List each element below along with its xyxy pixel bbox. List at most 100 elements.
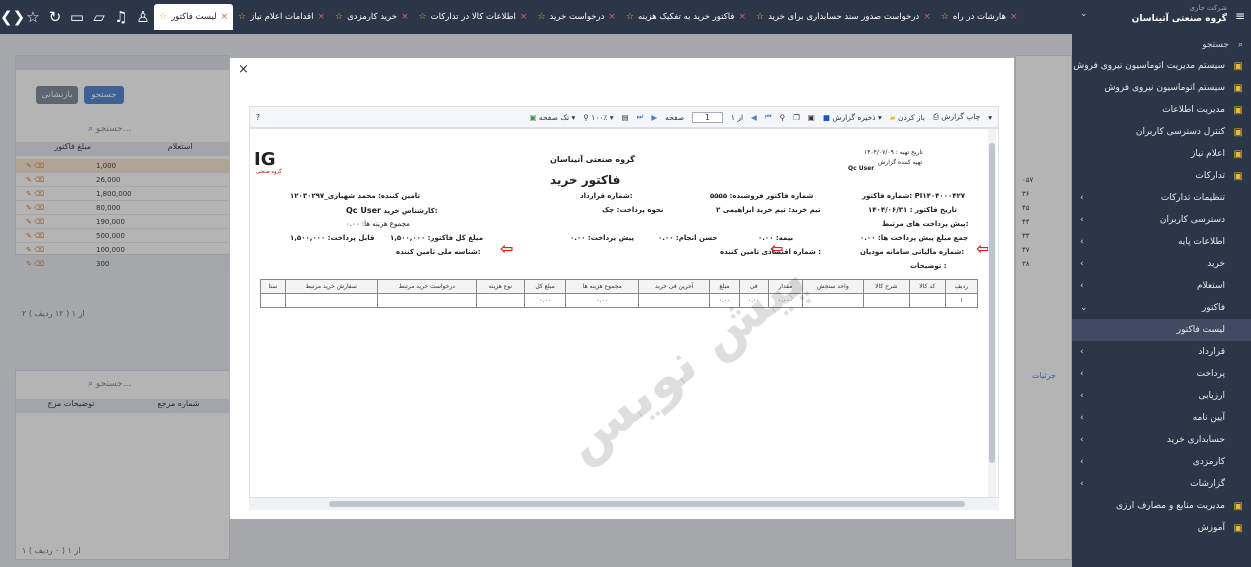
related-prepay: پیش پرداخت های مرتبط: bbox=[882, 220, 969, 228]
preparer: Qc User bbox=[848, 165, 875, 172]
chevron-down-icon[interactable]: ▾ bbox=[988, 113, 992, 122]
company-name: گروه صنعتی آتیناسان bbox=[550, 155, 635, 164]
print-button[interactable]: چاپ گزارش ⎙ bbox=[933, 112, 980, 122]
module-icon: ▣ bbox=[1233, 522, 1243, 534]
tab-1[interactable]: ☆ اقدامات اعلام نیاز × bbox=[233, 0, 330, 34]
buyer-expert: Qc User کارشناس خرید: bbox=[346, 206, 438, 215]
table-cell bbox=[638, 293, 711, 308]
prepay-sum: جمع مبلغ پیش پرداخت ها: ۰.۰۰ bbox=[860, 234, 969, 242]
sidebar-item-8[interactable]: اطلاعات پایه ‹ bbox=[1072, 231, 1251, 253]
chevron-down-icon: ⌄ bbox=[1080, 303, 1088, 313]
company-name[interactable]: گروه صنعتی آتیناسان bbox=[1132, 14, 1227, 24]
red-arrow-icon: ⇦ bbox=[500, 239, 514, 258]
horizontal-scrollbar[interactable] bbox=[249, 498, 999, 510]
search-icon: ⌕ bbox=[1237, 40, 1243, 50]
menu-icon[interactable]: ≡ bbox=[1235, 9, 1245, 23]
column-header: نوع هزینه bbox=[476, 279, 525, 294]
column-header: شرح کالا bbox=[862, 279, 910, 294]
module-icon: ▣ bbox=[1233, 104, 1243, 116]
column-header: آخرین فی خرید bbox=[638, 279, 711, 294]
notes: توضیحات : bbox=[910, 262, 947, 270]
column-header: درخواست خرید مرتبط bbox=[376, 279, 478, 294]
chevron-down-icon[interactable]: ⌄ bbox=[1080, 9, 1088, 19]
cost-sum: مجموع هزینه ها: ۰.۰۰ bbox=[346, 220, 410, 228]
sidebar-item-17[interactable]: حسابداری خرید ‹ bbox=[1072, 429, 1251, 451]
line-items-table: ردیف کد کالا شرح کالا واحد سنجش مقدار فی مبلغ آ… bbox=[260, 279, 979, 308]
layout-icon[interactable]: ▤ bbox=[621, 113, 628, 122]
sidebar-item-2[interactable]: مدیریت اطلاعات ▣ bbox=[1072, 99, 1251, 121]
sidebar-item-6[interactable]: تنظیمات تدارکات ‹ bbox=[1072, 187, 1251, 209]
refresh-icon[interactable]: ↻ bbox=[44, 8, 66, 26]
last-page-icon[interactable]: ⏭ bbox=[637, 112, 644, 122]
next-page-icon[interactable]: ▶ bbox=[651, 113, 657, 122]
sidebar-item-7[interactable]: دسترسی کاربران ‹ bbox=[1072, 209, 1251, 231]
module-icon: ▣ bbox=[1233, 60, 1243, 72]
sidebar-item-20[interactable]: مدیریت منابع و مصارف ارزی ▣ bbox=[1072, 495, 1251, 517]
national-id: شناسه ملی تامین کننده: bbox=[396, 248, 481, 256]
zoom-select[interactable]: ▾ ۱۰۰٪ ⚲ bbox=[583, 113, 613, 122]
module-icon: ▣ bbox=[1233, 126, 1243, 138]
sidebar-item-11[interactable]: فاکتور ⌄ bbox=[1072, 297, 1251, 319]
sidebar-item-0[interactable]: سیستم مدیریت اتوماسیون نیروی فروش ▣ bbox=[1072, 55, 1251, 77]
close-icon: × bbox=[317, 12, 325, 22]
payment-method: نحوه پرداخت: چک bbox=[602, 206, 664, 214]
company-label: شرکت جاری bbox=[1189, 4, 1227, 12]
sidebar-item-10[interactable]: استعلام ‹ bbox=[1072, 275, 1251, 297]
tab-2[interactable]: ☆ خرید کارمزدی × bbox=[330, 0, 414, 34]
vertical-scrollbar[interactable] bbox=[988, 129, 996, 497]
sidebar-item-19[interactable]: گزارشات ‹ bbox=[1072, 473, 1251, 495]
chevron-left-icon: ‹ bbox=[1080, 479, 1084, 489]
seller-invoice-no: شماره فاکتور فروشنده: ۵۵۵۵ bbox=[710, 192, 814, 200]
star-icon: ☆ bbox=[537, 12, 546, 22]
total-amount: مبلغ کل فاکتور: ۱,۵۰۰,۰۰۰ bbox=[390, 234, 484, 242]
star-icon: ☆ bbox=[940, 12, 949, 22]
bell-icon[interactable]: ♫ bbox=[110, 8, 132, 26]
open-button[interactable]: باز کردن ▰ bbox=[890, 113, 925, 122]
help-button[interactable]: ? bbox=[256, 113, 260, 122]
page-input[interactable]: 1 bbox=[692, 111, 723, 123]
zoom-icon: ⚲ bbox=[583, 112, 589, 122]
sidebar-item-15[interactable]: ارزیابی ‹ bbox=[1072, 385, 1251, 407]
chevron-left-icon: ‹ bbox=[1080, 413, 1084, 423]
sidebar-item-16[interactable]: آیین نامه ‹ bbox=[1072, 407, 1251, 429]
close-button[interactable]: × bbox=[238, 62, 249, 77]
find-icon[interactable]: ⚲ bbox=[780, 113, 786, 122]
monitor-icon[interactable]: ▭ bbox=[66, 8, 88, 26]
sidebar-item-14[interactable]: پرداخت ‹ bbox=[1072, 363, 1251, 385]
first-page-icon[interactable]: ⏮ bbox=[765, 112, 772, 122]
table-header-row: ردیف کد کالا شرح کالا واحد سنجش مقدار فی مبلغ آ… bbox=[260, 279, 979, 294]
save-button[interactable]: ▾ ذخیره گزارش ■ bbox=[823, 113, 882, 122]
star-icon: ☆ bbox=[625, 12, 634, 22]
sidebar-item-1[interactable]: سیستم اتوماسیون نیروی فروش ▣ bbox=[1072, 77, 1251, 99]
prev-page-icon[interactable]: ◀ bbox=[751, 113, 757, 122]
close-icon: × bbox=[220, 12, 229, 22]
single-page-select[interactable]: ▾ تک صفحه ▣ bbox=[529, 113, 575, 122]
sidebar-item-4[interactable]: اعلام نیاز ▣ bbox=[1072, 143, 1251, 165]
star-icon: ☆ bbox=[335, 12, 344, 22]
sidebar: شرکت جاری گروه صنعتی آتیناسان ≡ ⌄ جستجو ⌕… bbox=[1072, 0, 1251, 567]
sidebar-item-5[interactable]: تدارکات ▣ bbox=[1072, 165, 1251, 187]
module-icon: ▣ bbox=[1233, 148, 1243, 160]
page-of: از ۱ bbox=[730, 112, 744, 122]
star-icon[interactable]: ☆ bbox=[22, 8, 44, 26]
fullscreen-icon[interactable]: ❮❯ bbox=[0, 8, 25, 26]
sidebar-item-13[interactable]: قرارداد ‹ bbox=[1072, 341, 1251, 363]
tab-3[interactable]: ☆ اطلاعات کالا در تدارکات × bbox=[414, 0, 533, 34]
tab-5[interactable]: ☆ فاکتور خرید به تفکیک هزینه × bbox=[621, 0, 751, 34]
tab-6[interactable]: ☆ درخواست صدور سند حسابداری برای خرید × bbox=[751, 0, 936, 34]
sidebar-item-18[interactable]: کارمزدی ‹ bbox=[1072, 451, 1251, 473]
sidebar-item-12[interactable]: لیست فاکتور bbox=[1072, 319, 1251, 341]
sidebar-item-9[interactable]: خرید ‹ bbox=[1072, 253, 1251, 275]
sidebar-item-3[interactable]: کنترل دسترسی کاربران ▣ bbox=[1072, 121, 1251, 143]
folder-icon[interactable]: ▱ bbox=[88, 8, 110, 26]
sidebar-search[interactable]: جستجو ⌕ bbox=[1072, 36, 1251, 54]
tab-0[interactable]: ☆ لیست فاکتور × bbox=[154, 4, 234, 30]
tab-4[interactable]: ☆ درخواست خرید × bbox=[532, 0, 620, 34]
table-cell bbox=[476, 293, 525, 308]
sidebar-item-21[interactable]: آموزش ▣ bbox=[1072, 517, 1251, 539]
star-icon: ☆ bbox=[238, 12, 247, 22]
copy-icon[interactable]: ❐ bbox=[793, 113, 800, 122]
user-icon[interactable]: ♙ bbox=[132, 8, 154, 26]
export-icon[interactable]: ▣ bbox=[808, 113, 815, 122]
tab-7[interactable]: ☆ هارشات در راه × bbox=[936, 0, 1023, 34]
